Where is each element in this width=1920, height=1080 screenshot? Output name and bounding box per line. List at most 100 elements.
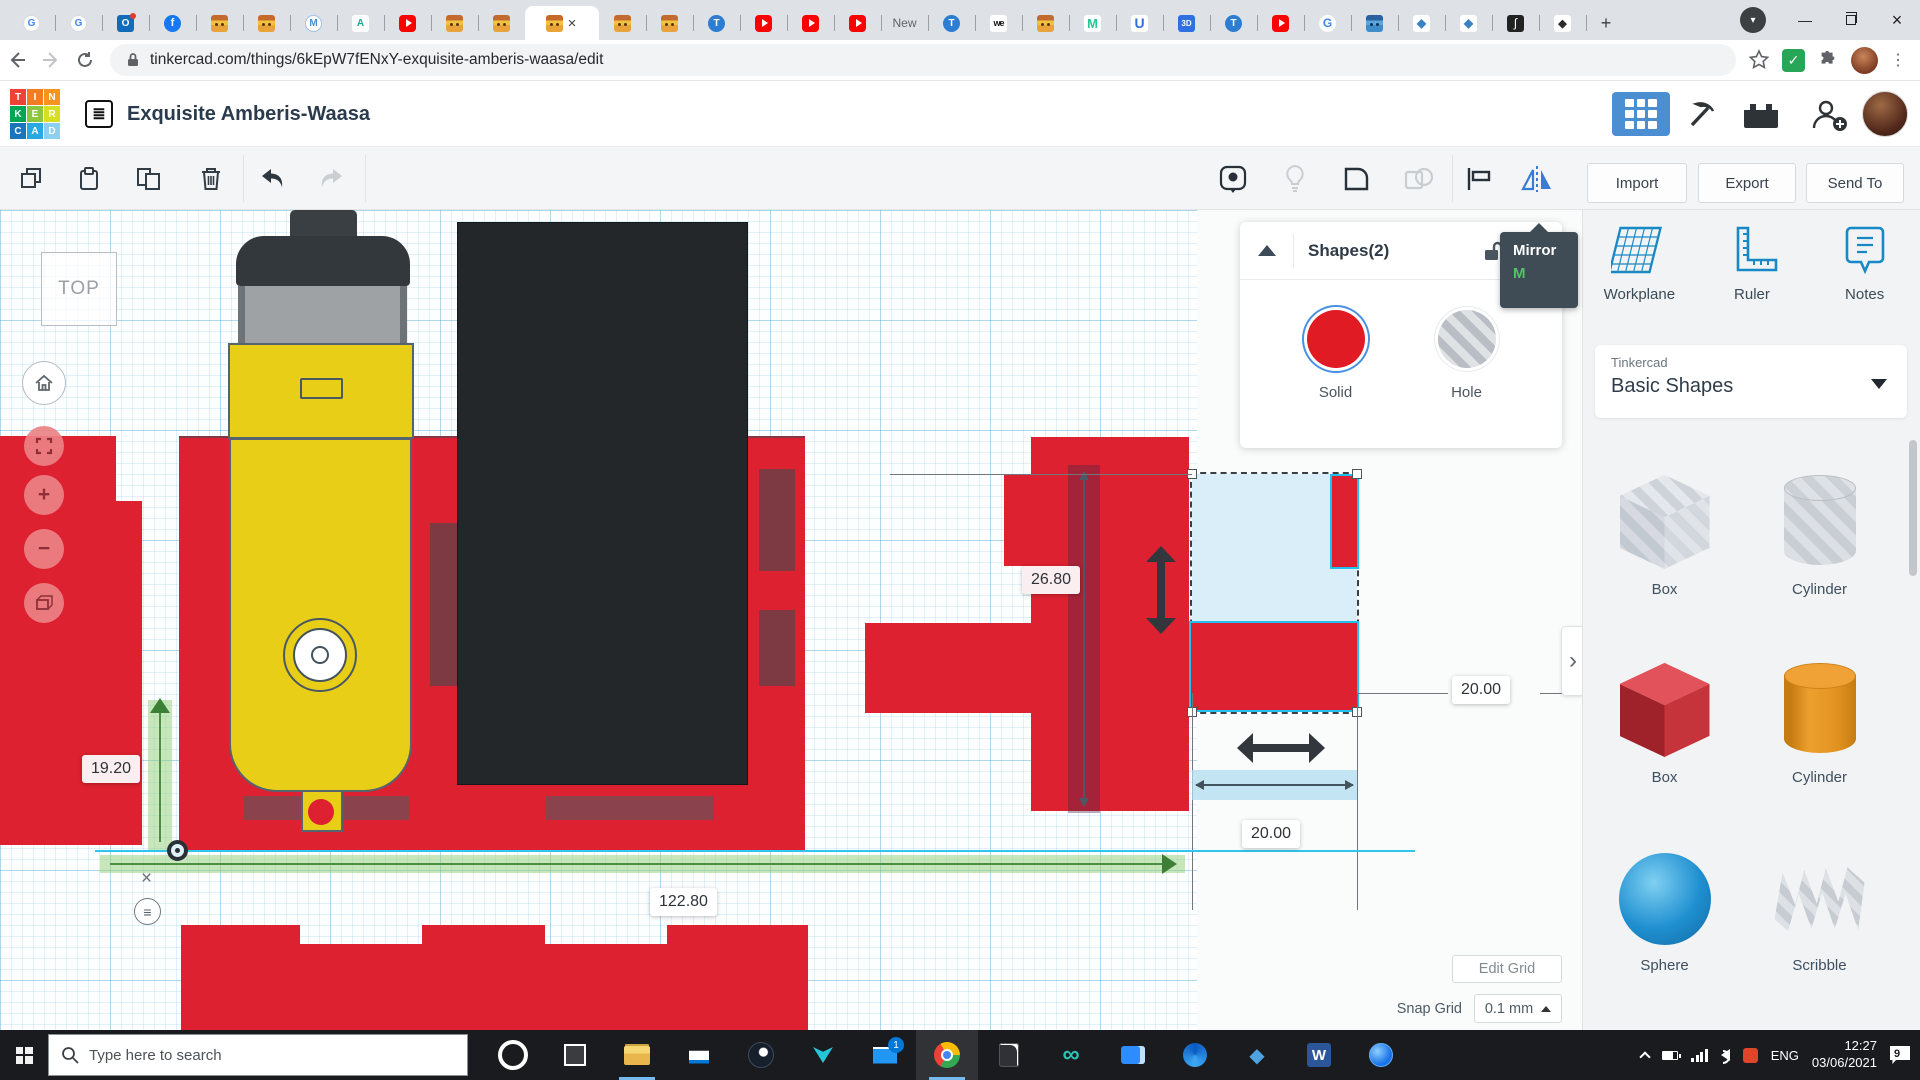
send-to-button[interactable]: Send To [1806,163,1904,203]
dimension-label-bottom[interactable]: 20.00 [1242,820,1301,848]
hole-swatch-icon[interactable] [1437,310,1496,368]
browser-tab[interactable] [196,6,244,40]
browser-tab[interactable] [478,6,526,40]
search-input[interactable] [89,1046,429,1064]
shape-item-cylinder-orange-cylinder[interactable]: Cylinder [1742,626,1897,814]
bookmark-star-icon[interactable] [1748,49,1770,71]
zoom-in-icon[interactable]: + [24,475,64,515]
lock-open-icon[interactable] [1482,240,1502,262]
clock[interactable]: 12:27 03/06/2021 [1812,1038,1877,1072]
maroon-bar[interactable] [546,796,714,820]
tab-search-icon[interactable]: ▾ [1740,7,1766,33]
browser-tab[interactable]: ∫ [1492,6,1540,40]
start-button[interactable] [0,1030,48,1080]
yellow-device-body[interactable] [229,438,412,792]
taskbar-chrome-icon[interactable] [916,1030,978,1080]
design-properties-icon[interactable]: ≣ [85,100,113,128]
dimension-label-right[interactable]: 20.00 [1452,676,1511,704]
taskbar-search[interactable] [48,1034,468,1076]
shape-item-box-hole-box[interactable]: Box [1587,438,1742,626]
notes-tool[interactable]: Notes [1815,224,1915,303]
shape-item-scribble-scribble[interactable]: Scribble [1742,814,1897,1002]
browser-tab[interactable]: G [1304,6,1352,40]
group-icon[interactable] [1340,163,1374,195]
restore-button[interactable] [1828,0,1874,40]
browser-tab[interactable] [243,6,291,40]
yellow-device-cap[interactable] [236,236,410,286]
taskbar-video-icon[interactable] [1102,1030,1164,1080]
paste-icon[interactable] [72,163,106,195]
taskbar-diamond-icon[interactable]: ◆ [1226,1030,1288,1080]
browser-tab-active[interactable]: × [525,6,599,40]
extensions-puzzle-icon[interactable] [1817,49,1839,71]
refresh-icon[interactable] [68,43,102,77]
browser-tab[interactable] [8,6,56,40]
browser-tab[interactable] [646,6,694,40]
browser-tab[interactable]: we [975,6,1023,40]
dimension-label-length[interactable]: 122.80 [650,888,717,916]
browser-tab[interactable] [55,6,103,40]
taskbar-taskview-icon[interactable] [544,1030,606,1080]
hole-option[interactable]: Hole [1437,310,1496,401]
close-button[interactable]: × [1874,0,1920,40]
browser-tab[interactable] [1445,6,1493,40]
browser-tab[interactable] [1022,6,1070,40]
browser-tab[interactable] [149,6,197,40]
dimension-label-height[interactable]: 19.20 [82,755,141,783]
browser-tab[interactable]: T [928,6,976,40]
ruler-tool[interactable]: Ruler [1702,224,1802,303]
selection-handle[interactable] [1352,469,1362,479]
minimize-button[interactable]: — [1782,0,1828,40]
sidebar-scrollbar[interactable] [1909,440,1917,576]
ruler-horizontal-band[interactable] [100,854,1185,874]
import-button[interactable]: Import [1587,163,1687,203]
maroon-slot[interactable] [759,610,795,686]
yellow-device-neck[interactable] [238,286,407,343]
battery-icon[interactable] [1662,1050,1682,1060]
tray-expand-icon[interactable] [1639,1050,1651,1063]
back-icon[interactable] [0,43,34,77]
shape-item-box-red-box[interactable]: Box [1587,626,1742,814]
browser-tab[interactable] [1539,6,1587,40]
tab-close-icon[interactable]: × [566,16,579,31]
lightbulb-icon[interactable] [1278,163,1312,195]
black-shape[interactable] [457,222,748,785]
browser-tab[interactable] [1257,6,1305,40]
solid-swatch-icon[interactable] [1306,310,1365,368]
yellow-device-stub[interactable] [290,210,357,238]
delete-icon[interactable] [194,163,228,195]
taskbar-predator-icon[interactable] [792,1030,854,1080]
browser-tab[interactable] [1398,6,1446,40]
invite-person-icon[interactable] [1806,95,1852,135]
maroon-slot[interactable] [430,523,460,686]
browser-menu-icon[interactable]: ⋮ [1890,50,1906,70]
new-tab-button[interactable]: + [1592,9,1620,37]
shape-item-sphere-sphere[interactable]: Sphere [1587,814,1742,1002]
ungroup-icon[interactable] [1402,163,1436,195]
browser-tab[interactable] [834,6,882,40]
solid-option[interactable]: Solid [1306,310,1365,401]
bricks-icon[interactable] [1738,95,1784,135]
forward-icon[interactable] [34,43,68,77]
browser-tab[interactable]: New [881,6,929,40]
minecraft-pickaxe-icon[interactable] [1678,95,1724,135]
perspective-toggle-icon[interactable] [24,583,64,623]
taskbar-word-icon[interactable] [1288,1030,1350,1080]
browser-tab[interactable] [384,6,432,40]
user-avatar[interactable] [1862,91,1908,137]
snap-grid-dropdown[interactable]: 0.1 mm [1474,994,1562,1023]
maroon-slot[interactable] [759,469,795,571]
selected-red-small[interactable] [1330,474,1359,569]
ruler-origin-handle[interactable] [167,840,188,861]
browser-tab[interactable]: U [1116,6,1164,40]
selected-red-bar[interactable] [1189,621,1359,712]
workplane-tool[interactable]: Workplane [1589,224,1689,303]
cellular-icon[interactable] [1691,1048,1708,1062]
browser-tab[interactable] [102,6,150,40]
browser-tab[interactable] [1351,6,1399,40]
home-view-icon[interactable] [22,361,66,405]
tray-app-icon[interactable] [1742,1047,1758,1063]
browser-tab[interactable] [740,6,788,40]
move-vertical-handle[interactable] [1144,546,1178,634]
taskbar-steam-icon[interactable] [730,1030,792,1080]
